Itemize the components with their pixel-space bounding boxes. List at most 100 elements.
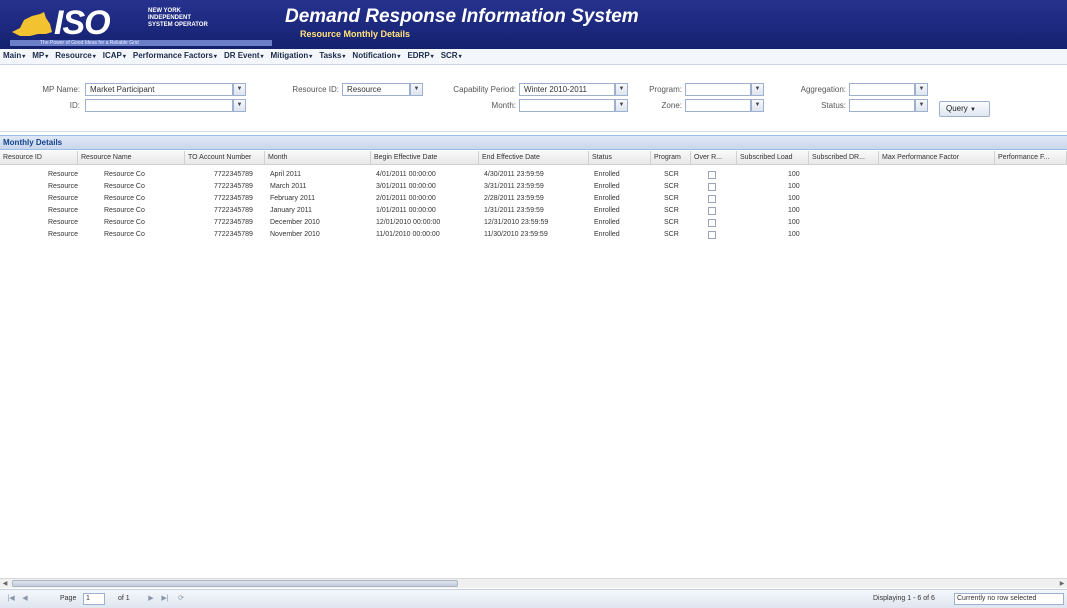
menu-scr[interactable]: SCR▾ xyxy=(441,48,462,65)
menu-tasks[interactable]: Tasks▾ xyxy=(319,48,345,65)
cell-program: SCR xyxy=(664,219,679,226)
column-header-end-effective-date[interactable]: End Effective Date xyxy=(479,151,589,165)
column-header-resource-id[interactable]: Resource ID xyxy=(0,151,78,165)
over-r-checkbox[interactable] xyxy=(708,195,716,203)
menu-dr-event[interactable]: DR Event▾ xyxy=(224,48,264,65)
scroll-left-arrow-icon[interactable]: ◀ xyxy=(0,579,10,589)
page-number-input[interactable]: 1 xyxy=(83,593,105,605)
cell-resource-id: Resource xyxy=(48,207,78,214)
over-r-checkbox[interactable] xyxy=(708,171,716,179)
refresh-icon[interactable]: ⟳ xyxy=(176,594,186,604)
column-header-month[interactable]: Month xyxy=(265,151,371,165)
cell-begin-date: 4/01/2011 00:00:00 xyxy=(376,171,436,178)
column-header-subscribed-load[interactable]: Subscribed Load xyxy=(737,151,809,165)
status-combo[interactable] xyxy=(849,99,915,112)
menu-edrp[interactable]: EDRP▾ xyxy=(407,48,433,65)
cell-subscribed-load: 100 xyxy=(788,219,800,226)
id-combo[interactable] xyxy=(85,99,233,112)
chevron-down-icon: ▾ xyxy=(45,54,49,60)
selection-status-box: Currently no row selected xyxy=(954,593,1064,605)
chevron-down-icon: ▼ xyxy=(618,102,625,108)
cell-resource-id: Resource xyxy=(48,183,78,190)
zone-label: Zone: xyxy=(661,101,682,110)
capability-period-dropdown-button[interactable]: ▼ xyxy=(615,83,628,96)
month-dropdown-button[interactable]: ▼ xyxy=(615,99,628,112)
over-r-checkbox[interactable] xyxy=(708,207,716,215)
menu-resource[interactable]: Resource▾ xyxy=(55,48,95,65)
cell-begin-date: 12/01/2010 00:00:00 xyxy=(376,219,441,226)
table-row[interactable]: Resource Resource Co 7722345789 February… xyxy=(0,193,1067,205)
scrollbar-thumb[interactable] xyxy=(12,580,458,587)
table-row[interactable]: Resource Resource Co 7722345789 December… xyxy=(0,217,1067,229)
over-r-checkbox[interactable] xyxy=(708,231,716,239)
column-header-resource-name[interactable]: Resource Name xyxy=(78,151,185,165)
next-page-icon[interactable]: ▶ xyxy=(146,594,156,604)
mp-name-combo[interactable]: Market Participant xyxy=(85,83,233,96)
column-header-subscribed-dr[interactable]: Subscribed DR... xyxy=(809,151,879,165)
last-page-icon[interactable]: ▶| xyxy=(160,594,170,604)
cell-to-account-number: 7722345789 xyxy=(214,231,253,238)
cell-end-date: 4/30/2011 23:59:59 xyxy=(484,171,544,178)
cell-begin-date: 11/01/2010 00:00:00 xyxy=(376,231,440,238)
mp-name-label: MP Name: xyxy=(42,85,80,94)
page-subtitle: Resource Monthly Details xyxy=(300,29,411,39)
column-header-program[interactable]: Program xyxy=(651,151,691,165)
menu-icap[interactable]: ICAP▾ xyxy=(103,48,126,65)
cell-end-date: 2/28/2011 23:59:59 xyxy=(484,195,544,202)
logo-iso-text: ISO xyxy=(54,4,111,42)
column-header-performance-factor[interactable]: Performance F... xyxy=(995,151,1067,165)
table-row[interactable]: Resource Resource Co 7722345789 April 20… xyxy=(0,169,1067,181)
menu-notification[interactable]: Notification▾ xyxy=(352,48,400,65)
over-r-checkbox[interactable] xyxy=(708,219,716,227)
menu-mp[interactable]: MP▾ xyxy=(32,48,48,65)
column-header-to-account-number[interactable]: TO Account Number xyxy=(185,151,265,165)
previous-page-icon[interactable]: ◀ xyxy=(20,594,30,604)
status-dropdown-button[interactable]: ▼ xyxy=(915,99,928,112)
table-row[interactable]: Resource Resource Co 7722345789 November… xyxy=(0,229,1067,241)
chevron-down-icon: ▾ xyxy=(309,54,313,60)
status-label: Status: xyxy=(821,101,846,110)
month-combo[interactable] xyxy=(519,99,615,112)
column-header-max-performance-factor[interactable]: Max Performance Factor xyxy=(879,151,995,165)
scroll-right-arrow-icon[interactable]: ▶ xyxy=(1057,579,1067,589)
main-menu-bar: Main▾ MP▾ Resource▾ ICAP▾ Performance Fa… xyxy=(0,49,1067,65)
horizontal-scrollbar[interactable]: ◀ ▶ xyxy=(0,578,1067,588)
table-row[interactable]: Resource Resource Co 7722345789 March 20… xyxy=(0,181,1067,193)
menu-performance-factors[interactable]: Performance Factors▾ xyxy=(133,48,217,65)
cell-month: March 2011 xyxy=(270,183,307,190)
cell-resource-id: Resource xyxy=(48,171,78,178)
over-r-checkbox[interactable] xyxy=(708,183,716,191)
capability-period-combo[interactable]: Winter 2010-2011 xyxy=(519,83,615,96)
grid-body: Resource Resource Co 7722345789 April 20… xyxy=(0,165,1067,577)
cell-program: SCR xyxy=(664,231,679,238)
cell-resource-name: Resource Co xyxy=(104,219,145,226)
menu-mitigation[interactable]: Mitigation▾ xyxy=(271,48,313,65)
query-button[interactable]: Query ▼ xyxy=(939,101,990,117)
chevron-down-icon: ▼ xyxy=(918,86,925,92)
chevron-down-icon: ▾ xyxy=(213,54,217,60)
chevron-down-icon: ▼ xyxy=(413,86,420,92)
column-header-over-r[interactable]: Over R... xyxy=(691,151,737,165)
cell-resource-id: Resource xyxy=(48,219,78,226)
table-row[interactable]: Resource Resource Co 7722345789 January … xyxy=(0,205,1067,217)
cell-month: February 2011 xyxy=(270,195,316,202)
menu-main[interactable]: Main▾ xyxy=(3,48,25,65)
aggregation-dropdown-button[interactable]: ▼ xyxy=(915,83,928,96)
program-combo[interactable] xyxy=(685,83,751,96)
resource-id-dropdown-button[interactable]: ▼ xyxy=(410,83,423,96)
cell-resource-name: Resource Co xyxy=(104,171,145,178)
chevron-down-icon: ▼ xyxy=(970,107,976,113)
aggregation-combo[interactable] xyxy=(849,83,915,96)
chevron-down-icon: ▼ xyxy=(918,102,925,108)
id-dropdown-button[interactable]: ▼ xyxy=(233,99,246,112)
zone-combo[interactable] xyxy=(685,99,751,112)
zone-dropdown-button[interactable]: ▼ xyxy=(751,99,764,112)
page-of-label: of 1 xyxy=(118,595,130,602)
resource-id-combo[interactable]: Resource xyxy=(342,83,410,96)
cell-program: SCR xyxy=(664,183,679,190)
mp-name-dropdown-button[interactable]: ▼ xyxy=(233,83,246,96)
first-page-icon[interactable]: |◀ xyxy=(6,594,16,604)
column-header-begin-effective-date[interactable]: Begin Effective Date xyxy=(371,151,479,165)
column-header-status[interactable]: Status xyxy=(589,151,651,165)
program-dropdown-button[interactable]: ▼ xyxy=(751,83,764,96)
